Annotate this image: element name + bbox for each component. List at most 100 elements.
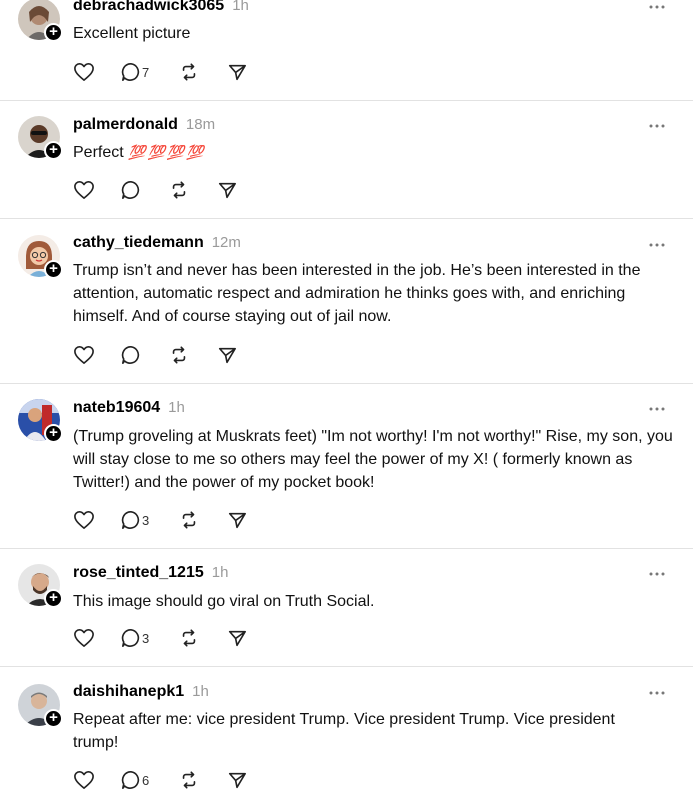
replies-feed: + debrachadwick3065 1h Excellent picture… <box>0 0 693 801</box>
reply-button[interactable]: 3 <box>121 627 179 649</box>
post-text: Perfect 💯 💯 💯 💯 <box>73 141 673 164</box>
repost-icon <box>182 511 196 529</box>
reply-button[interactable]: 7 <box>121 61 179 83</box>
divider <box>0 383 693 384</box>
follow-plus-icon[interactable]: + <box>44 260 63 279</box>
speech-bubble-icon <box>121 180 140 199</box>
username[interactable]: daishihanepk1 <box>73 683 184 701</box>
reply-count: 6 <box>142 772 150 788</box>
more-options-icon[interactable] <box>649 688 665 698</box>
avatar[interactable]: + <box>18 235 63 279</box>
post-actions: 6 <box>73 769 247 791</box>
send-icon <box>218 182 236 199</box>
like-button[interactable] <box>73 61 121 83</box>
speech-bubble-icon <box>121 770 140 789</box>
avatar[interactable]: + <box>18 684 63 728</box>
post-text: Excellent picture <box>73 25 191 42</box>
speech-bubble-icon <box>121 628 140 647</box>
hundred-points-emoji: 💯 💯 💯 💯 <box>128 144 203 160</box>
heart-icon <box>74 63 94 81</box>
username[interactable]: rose_tinted_1215 <box>73 564 204 582</box>
like-button[interactable] <box>73 509 121 531</box>
timestamp: 1h <box>192 683 209 700</box>
speech-bubble-icon <box>121 345 140 364</box>
post-text: (Trump groveling at Muskrats feet) "Im n… <box>73 428 673 491</box>
follow-plus-icon[interactable]: + <box>44 589 63 608</box>
divider <box>0 666 693 667</box>
heart-icon <box>74 771 94 789</box>
share-button[interactable] <box>227 61 247 83</box>
username[interactable]: debrachadwick3065 <box>73 0 224 15</box>
repost-icon <box>182 629 196 647</box>
send-icon <box>228 772 246 789</box>
more-options-icon[interactable] <box>649 121 665 131</box>
share-button[interactable] <box>217 344 237 366</box>
repost-icon <box>182 63 196 81</box>
repost-button[interactable] <box>169 344 217 366</box>
send-icon <box>228 512 246 529</box>
username[interactable]: nateb19604 <box>73 399 160 417</box>
avatar[interactable]: + <box>18 564 63 608</box>
post-actions <box>73 179 237 201</box>
post-actions: 7 <box>73 61 247 83</box>
avatar[interactable]: + <box>18 399 63 443</box>
repost-icon <box>172 346 186 364</box>
post-header: rose_tinted_1215 1h <box>73 564 228 586</box>
post-actions: 3 <box>73 627 247 649</box>
reply-button[interactable] <box>121 179 169 201</box>
heart-icon <box>74 181 94 199</box>
speech-bubble-icon <box>121 510 140 529</box>
share-button[interactable] <box>227 627 247 649</box>
like-button[interactable] <box>73 179 121 201</box>
more-options-icon[interactable] <box>649 2 665 12</box>
post-text: Trump isn’t and never has been intereste… <box>73 262 641 325</box>
repost-icon <box>182 771 196 789</box>
timestamp: 1h <box>211 564 229 581</box>
heart-icon <box>74 346 94 364</box>
share-button[interactable] <box>217 179 237 201</box>
reply-count: 7 <box>142 64 150 80</box>
reply-button[interactable]: 6 <box>121 769 179 791</box>
like-button[interactable] <box>73 769 121 791</box>
divider <box>0 548 693 549</box>
post-text: This image should go viral on Truth Soci… <box>73 593 375 610</box>
share-button[interactable] <box>227 509 247 531</box>
timestamp: 12m <box>211 234 241 251</box>
post-header: daishihanepk1 1h <box>73 683 209 705</box>
repost-button[interactable] <box>179 61 227 83</box>
more-options-icon[interactable] <box>649 569 665 579</box>
username[interactable]: cathy_tiedemann <box>73 234 204 252</box>
timestamp: 18m <box>185 116 216 133</box>
repost-button[interactable] <box>169 179 217 201</box>
post-header: debrachadwick3065 1h <box>73 0 249 19</box>
reply-count: 3 <box>142 512 150 528</box>
like-button[interactable] <box>73 344 121 366</box>
reply-count: 3 <box>142 630 150 646</box>
avatar[interactable]: + <box>18 116 63 160</box>
more-options-icon[interactable] <box>649 404 665 414</box>
post-actions <box>73 344 237 366</box>
more-options-icon[interactable] <box>649 240 665 250</box>
reply-button[interactable] <box>121 344 169 366</box>
follow-plus-icon[interactable]: + <box>44 23 63 42</box>
divider <box>0 100 693 101</box>
post-text: Repeat after me: vice president Trump. V… <box>73 711 615 751</box>
timestamp: 1h <box>232 0 249 14</box>
heart-icon <box>74 511 94 529</box>
send-icon <box>218 347 236 364</box>
share-button[interactable] <box>227 769 247 791</box>
repost-button[interactable] <box>179 627 227 649</box>
send-icon <box>228 630 246 647</box>
username[interactable]: palmerdonald <box>73 116 178 134</box>
like-button[interactable] <box>73 627 121 649</box>
follow-plus-icon[interactable]: + <box>44 141 63 160</box>
send-icon <box>228 64 246 81</box>
follow-plus-icon[interactable]: + <box>44 424 63 443</box>
timestamp: 1h <box>168 399 185 416</box>
repost-button[interactable] <box>179 769 227 791</box>
repost-button[interactable] <box>179 509 227 531</box>
repost-icon <box>172 181 186 199</box>
follow-plus-icon[interactable]: + <box>44 709 63 728</box>
reply-button[interactable]: 3 <box>121 509 179 531</box>
avatar[interactable]: + <box>18 0 63 42</box>
